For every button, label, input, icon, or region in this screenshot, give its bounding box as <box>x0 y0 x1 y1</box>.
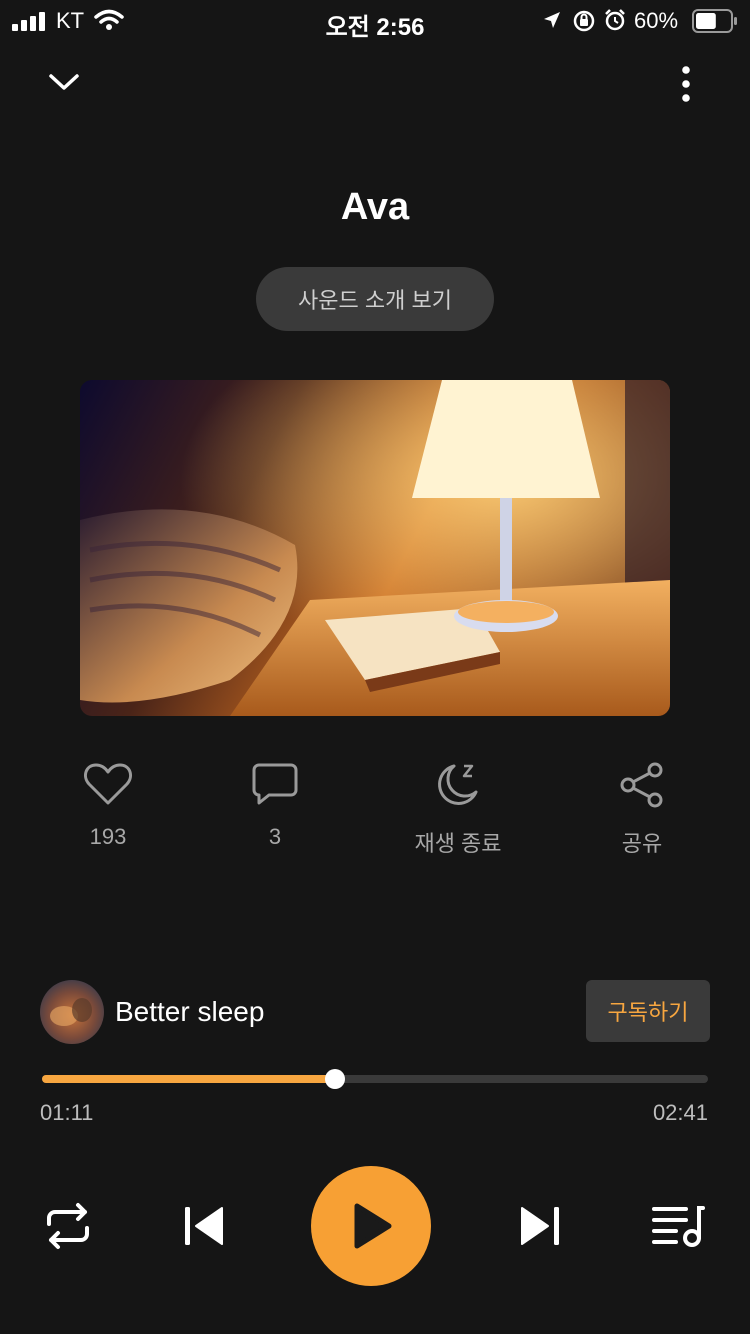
sleep-timer-label: 재생 종료 <box>414 831 502 856</box>
comment-action[interactable]: 3 <box>215 762 335 850</box>
sound-intro-button[interactable]: 사운드 소개 보기 <box>256 267 494 331</box>
moon-sleep-icon[interactable] <box>434 762 482 808</box>
playlist-icon[interactable] <box>650 1204 706 1248</box>
sleep-timer-action[interactable]: 재생 종료 <box>398 762 518 858</box>
chevron-down-icon[interactable] <box>48 70 80 94</box>
status-bar: KT 오전 2:56 60% <box>0 0 750 42</box>
more-vertical-icon[interactable] <box>676 66 696 102</box>
repeat-icon[interactable] <box>44 1202 92 1250</box>
like-count: 193 <box>89 824 127 849</box>
heart-icon[interactable] <box>83 762 133 806</box>
progress-bar[interactable] <box>42 1069 708 1089</box>
channel-avatar[interactable] <box>40 980 104 1044</box>
comment-count: 3 <box>268 824 282 849</box>
subscribe-button[interactable]: 구독하기 <box>586 980 710 1042</box>
next-track-icon[interactable] <box>518 1205 562 1247</box>
orientation-lock-icon <box>573 10 595 32</box>
progress-knob[interactable] <box>325 1069 346 1089</box>
battery-icon <box>692 9 737 33</box>
share-label: 공유 <box>621 831 663 856</box>
progress-fill <box>42 1075 336 1083</box>
comment-icon[interactable] <box>251 762 299 806</box>
track-title: Ava <box>340 186 410 228</box>
play-icon <box>354 1203 392 1249</box>
battery-percent: 60% <box>634 8 679 33</box>
channel-name[interactable]: Better sleep <box>115 996 264 1028</box>
location-icon <box>544 12 560 28</box>
total-time: 02:41 <box>652 1100 708 1125</box>
track-artwork <box>80 380 670 716</box>
previous-track-icon[interactable] <box>182 1205 226 1247</box>
current-time: 01:11 <box>40 1100 94 1125</box>
alarm-icon <box>605 9 625 31</box>
like-action[interactable]: 193 <box>48 762 168 850</box>
play-button[interactable] <box>311 1166 431 1286</box>
share-action[interactable]: 공유 <box>582 762 702 858</box>
share-icon[interactable] <box>619 762 665 808</box>
